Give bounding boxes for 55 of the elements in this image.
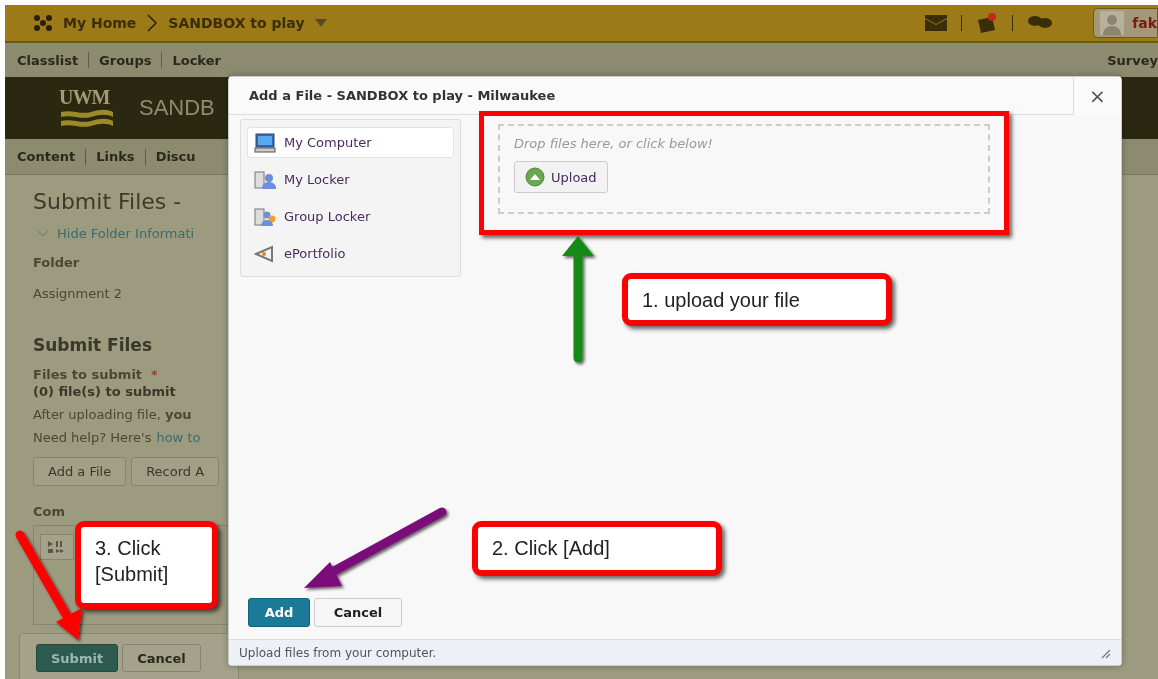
help-text: Need help? Here's bbox=[33, 430, 152, 445]
upload-icon bbox=[525, 167, 545, 187]
notification-icon[interactable] bbox=[976, 12, 999, 34]
section-heading: Submit Files bbox=[33, 335, 153, 355]
course-title: SANDB bbox=[139, 95, 215, 121]
page-button[interactable]: Add a File bbox=[33, 457, 127, 486]
chevron-icon bbox=[37, 229, 49, 238]
group-locker-icon bbox=[254, 206, 276, 227]
locker-icon bbox=[254, 169, 276, 190]
chat-icon[interactable] bbox=[1027, 15, 1054, 31]
page-button[interactable]: Record A bbox=[131, 457, 220, 486]
drop-hint: Drop files here, or click below! bbox=[514, 136, 713, 151]
nav-link[interactable]: Links bbox=[96, 149, 135, 164]
help-link[interactable]: how to bbox=[156, 430, 201, 445]
computer-icon bbox=[254, 132, 276, 153]
status-text: Upload files from your computer. bbox=[239, 645, 438, 660]
nav-link[interactable]: Locker bbox=[172, 52, 221, 68]
media-button[interactable] bbox=[40, 534, 74, 560]
callout: 1. upload your file bbox=[622, 273, 892, 326]
folder-name: Assignment 2 bbox=[33, 286, 122, 301]
comments-label: Com bbox=[33, 504, 66, 519]
add-button[interactable]: Add bbox=[248, 598, 310, 627]
required-mark: * bbox=[151, 367, 158, 382]
cancel-button[interactable]: Cancel bbox=[122, 644, 201, 672]
source-item[interactable]: Group Locker bbox=[247, 201, 454, 232]
source-item[interactable]: ePortfolio bbox=[247, 238, 454, 269]
submit-button[interactable]: Submit bbox=[36, 644, 119, 672]
chevron-icon bbox=[146, 13, 159, 33]
drop-zone[interactable]: Drop files here, or click below! Upload bbox=[498, 124, 990, 214]
nav-link[interactable]: Classlist bbox=[17, 52, 79, 68]
dialog-title: Add a File - SANDBOX to play - Milwaukee bbox=[248, 88, 557, 103]
home-link[interactable]: My Home bbox=[63, 15, 137, 31]
upload-note: After uploading file, you bbox=[33, 407, 192, 422]
nav-link[interactable]: Survey bbox=[1107, 52, 1158, 68]
callout: 3. Click [Submit] bbox=[75, 521, 218, 609]
nav-link[interactable]: Content bbox=[17, 149, 76, 164]
files-label: Files to submit bbox=[33, 367, 143, 382]
cancel-button[interactable]: Cancel bbox=[314, 598, 402, 627]
dropdown-icon[interactable] bbox=[314, 19, 327, 27]
hide-info-link[interactable]: Hide Folder Informati bbox=[37, 226, 195, 241]
source-item[interactable]: My Computer bbox=[247, 127, 454, 158]
home-icon[interactable] bbox=[33, 14, 53, 32]
close-button[interactable]: × bbox=[1073, 76, 1121, 115]
upload-button[interactable]: Upload bbox=[514, 161, 608, 193]
folder-label: Folder bbox=[33, 255, 80, 270]
portfolio-icon bbox=[254, 243, 276, 264]
nav-link[interactable]: Groups bbox=[99, 52, 152, 68]
callout: 2. Click [Add] bbox=[472, 521, 722, 576]
mail-icon[interactable] bbox=[925, 15, 948, 31]
file-count: (0) file(s) to submit bbox=[33, 384, 176, 399]
nav-link[interactable]: Discu bbox=[155, 149, 196, 164]
page-title: Submit Files - bbox=[33, 189, 182, 214]
source-item[interactable]: My Locker bbox=[247, 164, 454, 195]
course-name[interactable]: SANDBOX to play bbox=[168, 15, 305, 31]
logo: UWM bbox=[59, 86, 115, 130]
